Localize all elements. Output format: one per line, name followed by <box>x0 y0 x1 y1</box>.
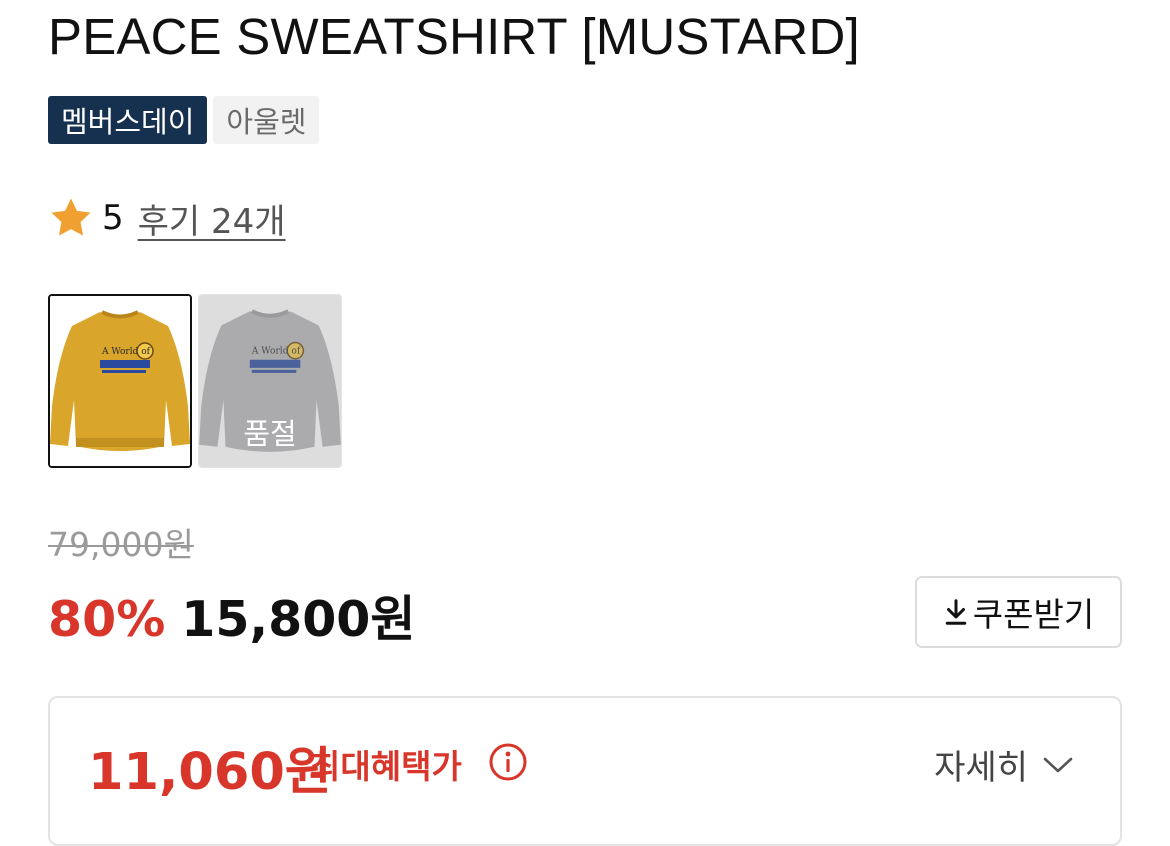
coupon-download-button[interactable]: 쿠폰받기 <box>915 576 1122 648</box>
original-price: 79,000원 <box>48 525 194 564</box>
rating-score: 5 <box>102 198 124 238</box>
review-count-link[interactable]: 후기 24개 <box>138 194 286 243</box>
detail-label: 자세히 <box>934 748 1028 788</box>
max-benefit-panel[interactable]: 11,060원 최대혜택가 자세히 <box>48 696 1122 846</box>
svg-text:A World of: A World of <box>101 347 151 357</box>
sweatshirt-image: A World of <box>50 296 190 466</box>
info-icon[interactable] <box>488 742 528 782</box>
discount-rate: 80% <box>48 591 166 648</box>
download-icon <box>945 599 967 625</box>
max-benefit-price: 11,060원 <box>88 743 332 802</box>
soldout-label: 품절 <box>243 417 297 451</box>
variant-thumbnail-gray[interactable]: A World of 품절 <box>198 294 342 468</box>
max-benefit-label: 최대혜택가 <box>310 747 462 786</box>
chevron-down-icon <box>1043 757 1073 772</box>
benefit-detail-toggle[interactable]: 자세히 <box>934 740 1074 789</box>
coupon-button-label: 쿠폰받기 <box>972 596 1095 633</box>
product-badges: 멤버스데이 아울렛 <box>48 96 320 144</box>
price-row: 80% 15,800원 <box>48 580 415 651</box>
product-title: PEACE SWEATSHIRT [MUSTARD] <box>48 8 860 65</box>
members-day-badge: 멤버스데이 <box>48 96 208 144</box>
sale-price: 15,800원 <box>181 591 416 648</box>
rating-summary: 5 후기 24개 <box>48 194 286 242</box>
outlet-badge: 아울렛 <box>213 96 320 144</box>
variant-thumbnail-mustard[interactable]: A World of <box>48 294 192 468</box>
color-variant-selector: A World of A World of 품절 <box>48 294 342 468</box>
star-icon <box>51 198 91 236</box>
